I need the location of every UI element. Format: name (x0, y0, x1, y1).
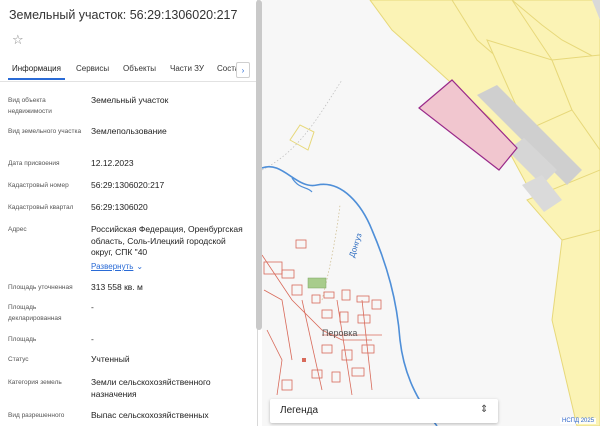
row-label: Дата присвоения (8, 160, 60, 167)
tab-bar: Информация Сервисы Объекты Части ЗУ Сост… (0, 58, 257, 82)
expand-link[interactable]: Развернуть ⌄ (91, 262, 143, 271)
row-value: - (91, 302, 94, 312)
tab-objects[interactable]: Объекты (123, 64, 156, 73)
green-field (307, 277, 327, 289)
row-label: Кадастровый квартал (8, 204, 74, 211)
row-value: 56:29:1306020:217 (91, 180, 165, 190)
map-canvas: Донгуз Перовка (262, 0, 600, 426)
row-label: Вид земельного участка (8, 128, 82, 135)
row-value: - (91, 334, 94, 344)
star-outline-icon[interactable]: ☆ (12, 33, 24, 46)
chevron-down-icon: ⌄ (136, 262, 144, 271)
row-value: Земельный участок (91, 95, 169, 105)
village-layer (262, 239, 382, 396)
row-label: Категория земель (8, 379, 62, 386)
tab-services[interactable]: Сервисы (76, 64, 109, 73)
row-value: 313 558 кв. м (91, 282, 143, 292)
village-label: Перовка (322, 328, 357, 338)
active-tab-indicator (8, 78, 65, 80)
river (262, 165, 438, 426)
row-value: 56:29:1306020 (91, 202, 148, 212)
updown-chevron-icon: ⇕ (480, 404, 489, 415)
info-panel: Земельный участок: 56:29:1306020:217 ☆ И… (0, 0, 258, 426)
row-value: Выпас сельскохозяйственных (91, 410, 209, 420)
row-label: Адрес (8, 226, 27, 233)
map-view[interactable]: Донгуз Перовка (262, 0, 600, 426)
row-value: Землепользование (91, 126, 167, 136)
chevron-right-icon[interactable]: › (236, 62, 250, 78)
legend-label: Легенда (280, 405, 319, 416)
legend-dropdown[interactable]: Легенда ⇕ (270, 399, 498, 423)
address-value: Российская Федерация, Оренбургская облас… (91, 224, 243, 257)
row-label: Площадь декларированная (8, 304, 62, 322)
dotted-boundary (262, 79, 343, 171)
map-attribution[interactable]: НСПД 2025 (560, 418, 597, 424)
tab-info[interactable]: Информация (12, 64, 61, 73)
row-label: Вид разрешенного (8, 412, 65, 419)
status-value: Учтенный (91, 354, 130, 364)
row-label: Статус (8, 356, 29, 363)
row-value: Земли сельскохозяйственного назначения (91, 377, 211, 399)
tab-parts[interactable]: Части ЗУ (170, 64, 204, 73)
row-label: Площадь уточненная (8, 284, 73, 291)
panel-title: Земельный участок: 56:29:1306020:217 (9, 8, 238, 22)
row-label: Вид объекта недвижимости (8, 97, 52, 115)
row-label: Площадь (8, 336, 37, 343)
small-building (302, 358, 306, 362)
row-label: Кадастровый номер (8, 182, 69, 189)
small-parcel (289, 124, 315, 151)
row-value: 12.12.2023 (91, 158, 134, 168)
river-label: Донгуз (347, 232, 363, 259)
